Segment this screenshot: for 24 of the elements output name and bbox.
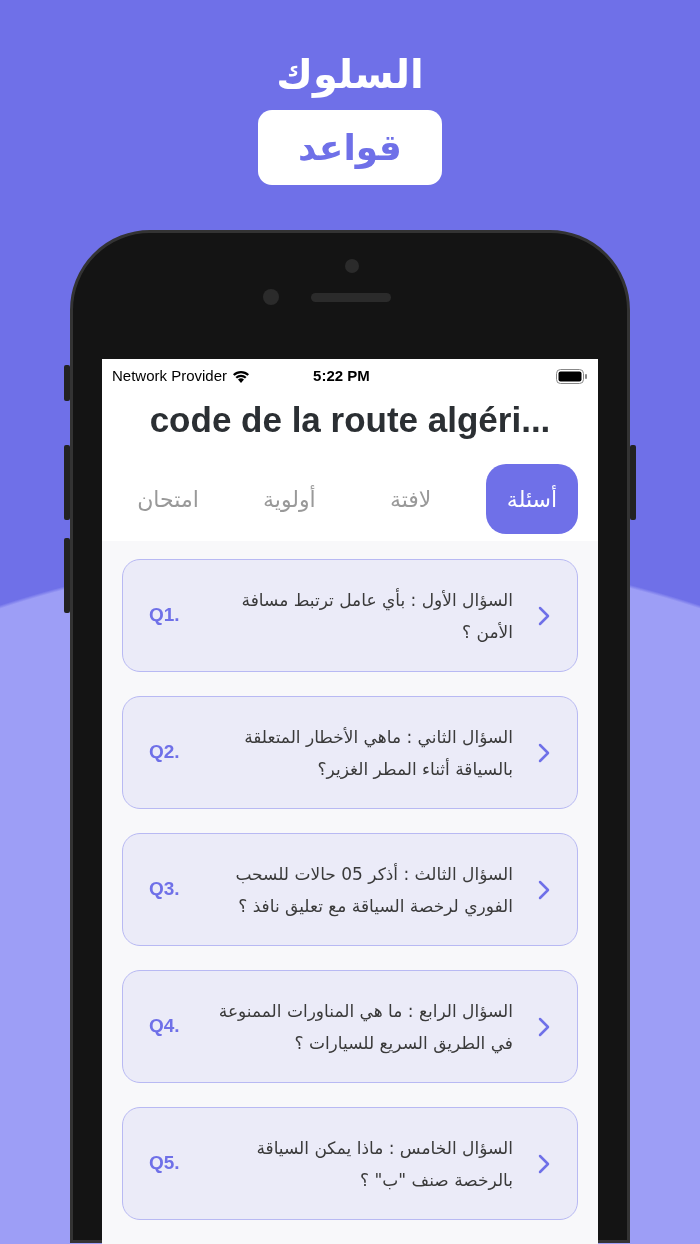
chevron-icon [537, 878, 551, 901]
question-number: Q2. [149, 740, 180, 765]
question-number: Q1. [149, 603, 180, 628]
headline: السلوك [275, 50, 425, 100]
headline-badge: قواعد [258, 110, 442, 185]
chevron-icon [537, 741, 551, 764]
tab[interactable]: أسئلة [486, 464, 578, 534]
question-text: السؤال الثاني : ماهي الأخطار المتعلقة بالسياقة أثناء المطر الغزير؟ [243, 725, 513, 781]
wifi-icon [231, 368, 252, 384]
question-number: Q5. [149, 1151, 180, 1176]
chevron-icon [537, 1015, 551, 1038]
question-text: السؤال الخامس : ماذا يمكن السياقة بالرخصة صنف "ب" ؟ [255, 1136, 513, 1192]
chevron-icon [537, 1152, 551, 1175]
question-number: Q4. [149, 1014, 180, 1039]
question-text: السؤال الرابع : ما هي المناورات الممنوعة في الطريق السريع للسيارات ؟ [217, 999, 513, 1056]
question-text: السؤال الثالث : أذكر 05 حالات للسحب الفوري لرخصة السياقة مع تعليق نافذ ؟ [234, 862, 513, 919]
battery-icon [556, 368, 588, 384]
question-number: Q3. [149, 877, 180, 902]
question-text: السؤال الأول : بأي عامل ترتبط مسافة الأمن ؟ [240, 587, 513, 644]
clock-time: 5:22 PM [313, 365, 370, 386]
app-title: code de la route algéri... [148, 399, 552, 441]
chevron-icon [537, 604, 551, 627]
camera-icon [263, 289, 279, 305]
carrier-label: Network Provider [112, 365, 228, 386]
